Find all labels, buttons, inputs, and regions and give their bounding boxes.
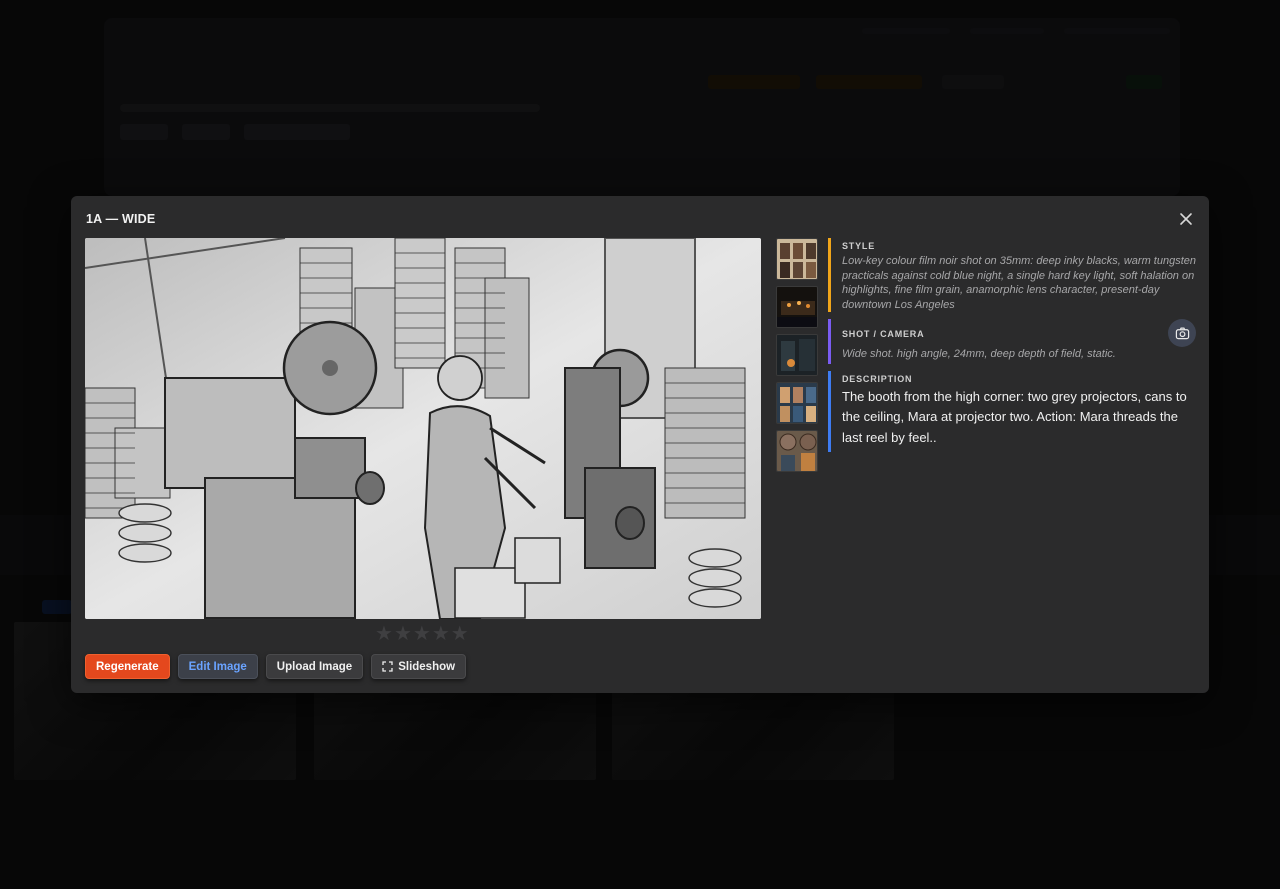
edit-image-button[interactable]: Edit Image (177, 654, 258, 679)
star-rating[interactable]: ★ ★ ★ ★ ★ (375, 624, 469, 644)
description-section: DESCRIPTION The booth from the high corn… (828, 370, 1198, 452)
slideshow-label: Slideshow (398, 660, 456, 673)
modal-title: 1A — WIDE (86, 212, 156, 226)
reference-thumbnail[interactable] (776, 334, 818, 376)
camera-icon[interactable] (1168, 319, 1196, 347)
slideshow-button[interactable]: Slideshow (371, 654, 467, 679)
style-section: STYLE Low-key colour film noir shot on 3… (828, 238, 1198, 312)
shot-camera-label: SHOT / CAMERA (842, 329, 925, 339)
edit-image-label: Edit Image (188, 660, 247, 673)
reference-thumbnails (776, 238, 818, 472)
reference-thumbnail[interactable] (776, 430, 818, 472)
reference-thumbnail[interactable] (776, 286, 818, 328)
regenerate-label: Regenerate (96, 660, 159, 673)
description-label: DESCRIPTION (842, 373, 913, 384)
upload-image-button[interactable]: Upload Image (265, 654, 364, 679)
shot-camera-text: Wide shot. high angle, 24mm, deep depth … (842, 348, 1116, 360)
expand-icon (382, 661, 393, 672)
star-icon[interactable]: ★ (375, 624, 393, 644)
close-icon[interactable] (1177, 210, 1195, 228)
regenerate-button[interactable]: Regenerate (85, 654, 170, 679)
description-text: The booth from the high corner: two grey… (842, 388, 1187, 445)
shot-detail-modal: 1A — WIDE ★ ★ ★ ★ ★ Regenerate Edit Imag… (71, 196, 1209, 693)
star-icon[interactable]: ★ (451, 624, 469, 644)
upload-image-label: Upload Image (276, 660, 353, 673)
reference-thumbnail[interactable] (776, 382, 818, 424)
storyboard-image (85, 238, 761, 619)
star-icon[interactable]: ★ (432, 624, 450, 644)
style-text: Low-key colour film noir shot on 35mm: d… (842, 255, 1196, 311)
style-label: STYLE (842, 241, 876, 251)
shot-info-panel: STYLE Low-key colour film noir shot on 3… (828, 238, 1198, 459)
reference-thumbnail[interactable] (776, 238, 818, 280)
action-bar: Regenerate Edit Image Upload Image Slide… (85, 654, 467, 679)
star-icon[interactable]: ★ (413, 624, 431, 644)
star-icon[interactable]: ★ (394, 624, 412, 644)
shot-camera-section: SHOT / CAMERA Wide shot. high angle, 24m… (828, 319, 1198, 364)
